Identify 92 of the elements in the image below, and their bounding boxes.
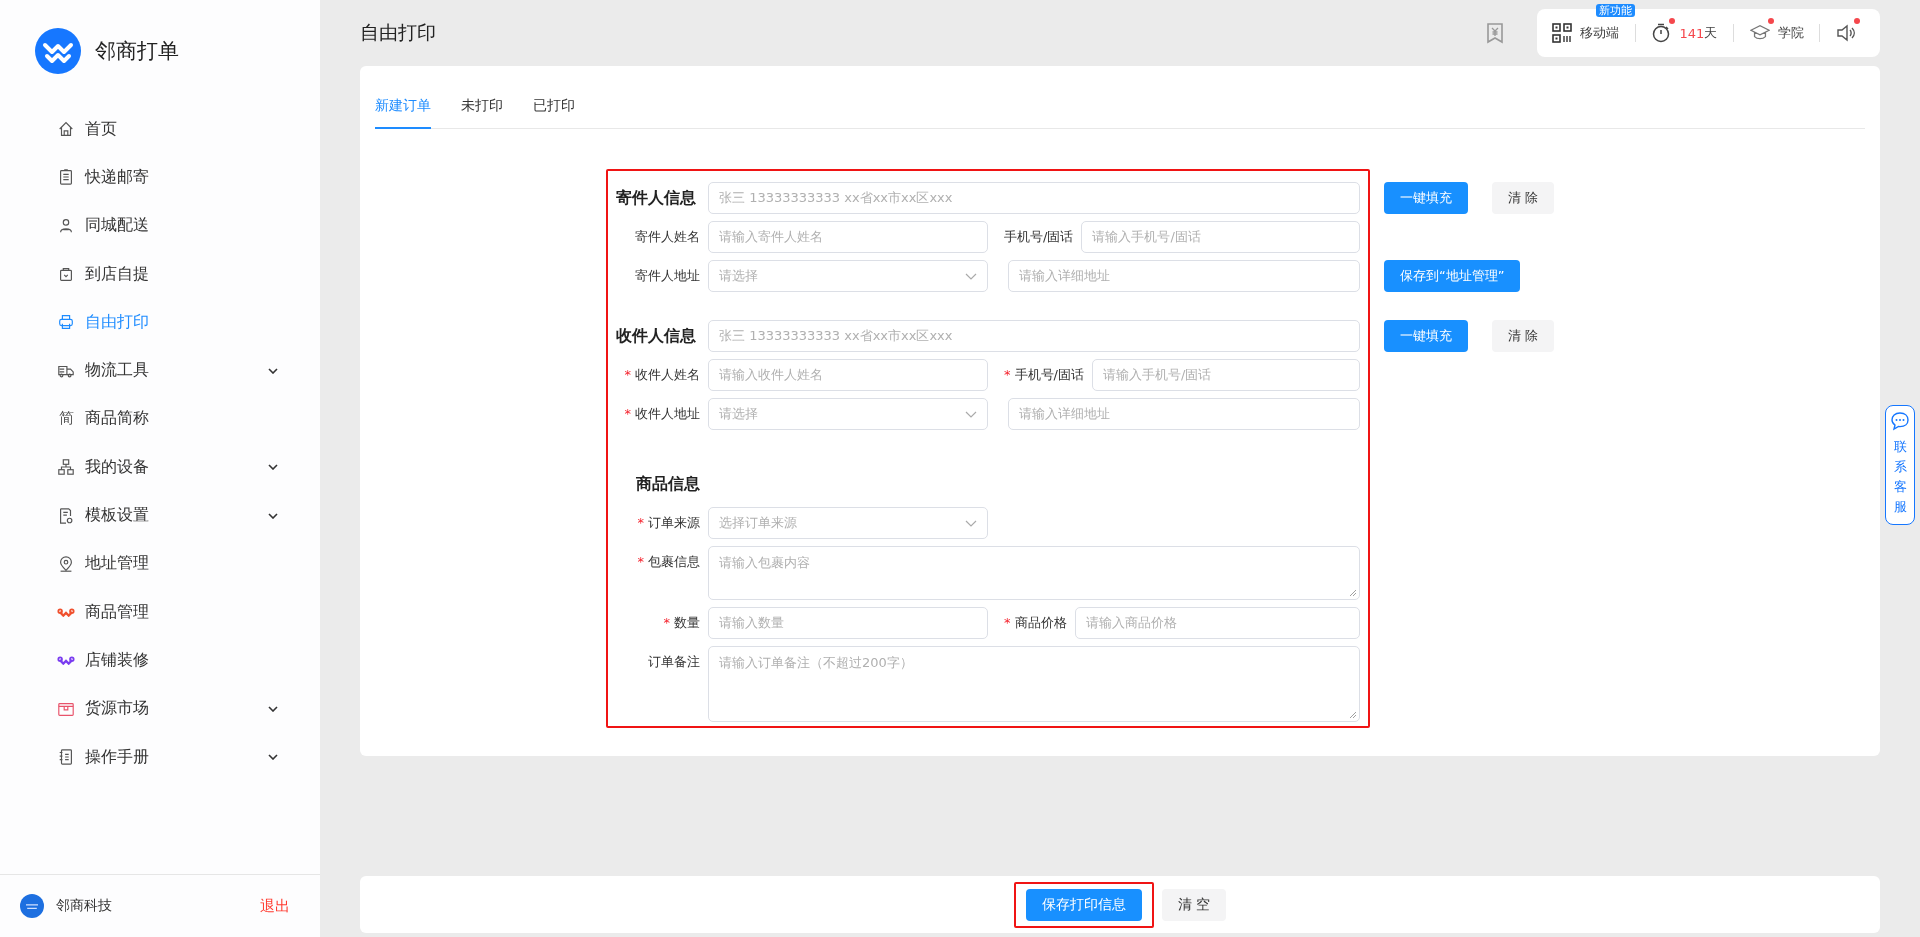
sidebar-item[interactable]: 自由打印 bbox=[0, 298, 320, 347]
chevron-down-icon bbox=[965, 519, 977, 527]
field-label: * 手机号/固话 bbox=[1004, 366, 1084, 384]
quick-fill-field[interactable]: 张三 13333333333 xx省xx市xx区xxx bbox=[708, 182, 1360, 214]
field-label: 寄件人姓名 bbox=[634, 228, 700, 246]
section-title: 商品信息 bbox=[635, 473, 700, 495]
field-label: 订单备注 bbox=[647, 653, 700, 671]
chevron-down-icon bbox=[268, 705, 278, 712]
chevron-down-icon bbox=[268, 512, 278, 519]
sidebar-item[interactable]: 店铺装修 bbox=[0, 636, 320, 685]
booklet-icon bbox=[57, 748, 75, 766]
avatar-icon bbox=[20, 894, 44, 918]
sidebar-item[interactable]: 快递邮寄 bbox=[0, 153, 320, 202]
save-button[interactable]: 保存打印信息 bbox=[1025, 888, 1142, 921]
select-field[interactable]: 请选择 bbox=[708, 260, 988, 292]
document-gear-icon bbox=[57, 506, 75, 525]
toolbar-label[interactable]: 移动端 bbox=[1580, 24, 1619, 42]
printer-icon bbox=[57, 313, 75, 332]
field-label: * 收件人姓名 bbox=[623, 366, 700, 384]
days-unit: 天 bbox=[1704, 24, 1718, 42]
input-field[interactable]: 请输入寄件人姓名 bbox=[708, 221, 988, 253]
select-field[interactable]: 选择订单来源 bbox=[708, 507, 988, 539]
speaker-icon[interactable] bbox=[1835, 23, 1856, 43]
tab[interactable]: 未打印 bbox=[461, 97, 503, 129]
qr-code-icon[interactable] bbox=[1552, 23, 1572, 43]
input-field[interactable]: 请输入手机号/固话 bbox=[1081, 221, 1360, 253]
quick-fill-field[interactable]: 张三 13333333333 xx省xx市xx区xxx bbox=[708, 320, 1360, 352]
field-label: 手机号/固话 bbox=[1004, 228, 1074, 246]
resize-handle-icon[interactable] bbox=[1349, 711, 1357, 719]
action-button[interactable]: 清 除 bbox=[1492, 320, 1555, 352]
input-field[interactable]: 请输入数量 bbox=[708, 607, 988, 639]
glyph-icon: 简 bbox=[57, 409, 75, 429]
field-label: * 商品价格 bbox=[1004, 614, 1067, 632]
person-icon bbox=[57, 216, 75, 235]
contact-service-button[interactable]: 联系客服 bbox=[1885, 405, 1915, 525]
input-field[interactable]: 请输入详细地址 bbox=[1008, 260, 1360, 292]
section-title: 收件人信息 bbox=[616, 325, 697, 347]
toolbar-label[interactable]: 学院 bbox=[1777, 24, 1804, 42]
field-label: * 数量 bbox=[662, 614, 700, 632]
input-field[interactable]: 请输入详细地址 bbox=[1008, 398, 1360, 430]
sidebar-item[interactable]: 我的设备 bbox=[0, 443, 320, 492]
logo-icon bbox=[35, 28, 81, 74]
tab[interactable]: 新建订单 bbox=[375, 97, 431, 129]
action-button[interactable]: 一键填充 bbox=[1384, 320, 1468, 352]
link-icon bbox=[57, 655, 75, 665]
user-name: 邻商科技 bbox=[56, 897, 113, 915]
field-label: * 包裹信息 bbox=[636, 553, 700, 571]
yen-bookmark-icon[interactable] bbox=[1485, 22, 1505, 44]
tab[interactable]: 已打印 bbox=[533, 97, 575, 129]
sidebar-item[interactable]: 模板设置 bbox=[0, 491, 320, 540]
home-icon bbox=[57, 120, 75, 139]
action-button[interactable]: 保存到“地址管理” bbox=[1384, 260, 1521, 292]
sidebar-item[interactable]: 物流工具 bbox=[0, 346, 320, 395]
sidebar-item[interactable]: 简 商品简称 bbox=[0, 394, 320, 444]
clipboard-icon bbox=[57, 168, 75, 187]
input-field[interactable]: 请输入收件人姓名 bbox=[708, 359, 988, 391]
text-area[interactable]: 请输入订单备注（不超过200字） bbox=[708, 646, 1360, 722]
action-button[interactable]: 清 除 bbox=[1492, 182, 1555, 214]
chevron-down-icon bbox=[268, 464, 278, 471]
chevron-down-icon bbox=[268, 754, 278, 760]
field-label: * 订单来源 bbox=[636, 514, 700, 532]
sidebar-item[interactable]: 到店自提 bbox=[0, 249, 320, 299]
sitemap-icon bbox=[57, 458, 75, 477]
days-count: 141 bbox=[1679, 25, 1705, 41]
chevron-down-icon bbox=[268, 367, 278, 374]
new-feature-badge: 新功能 bbox=[1596, 4, 1635, 17]
location-pin-icon bbox=[57, 554, 75, 573]
chevron-down-icon bbox=[965, 272, 977, 280]
logout-link[interactable]: 退出 bbox=[260, 896, 290, 916]
link-icon bbox=[57, 607, 75, 617]
resize-handle-icon[interactable] bbox=[1349, 589, 1357, 597]
stopwatch-icon[interactable] bbox=[1651, 23, 1672, 43]
field-label: * 收件人地址 bbox=[623, 405, 700, 423]
select-field[interactable]: 请选择 bbox=[708, 398, 988, 430]
page-title: 自由打印 bbox=[360, 20, 437, 45]
chat-bubble-icon bbox=[1890, 411, 1910, 431]
app-name: 邻商打单 bbox=[95, 38, 179, 65]
sidebar-item[interactable]: 操作手册 bbox=[0, 732, 320, 782]
sidebar-item[interactable]: 同城配送 bbox=[0, 201, 320, 250]
sidebar-item[interactable]: 首页 bbox=[0, 105, 320, 154]
action-button[interactable]: 一键填充 bbox=[1384, 182, 1468, 214]
text-area[interactable]: 请输入包裹内容 bbox=[708, 546, 1360, 600]
field-label: 寄件人地址 bbox=[634, 267, 700, 285]
sidebar-item[interactable]: 货源市场 bbox=[0, 684, 320, 733]
input-field[interactable]: 请输入手机号/固话 bbox=[1091, 359, 1360, 391]
sidebar-item[interactable]: 商品管理 bbox=[0, 587, 320, 637]
sidebar-item[interactable]: 地址管理 bbox=[0, 539, 320, 588]
clear-button[interactable]: 清 空 bbox=[1161, 888, 1227, 921]
bag-icon bbox=[57, 265, 75, 284]
input-field[interactable]: 请输入商品价格 bbox=[1074, 607, 1360, 639]
chevron-down-icon bbox=[965, 410, 977, 418]
section-title: 寄件人信息 bbox=[616, 187, 697, 209]
